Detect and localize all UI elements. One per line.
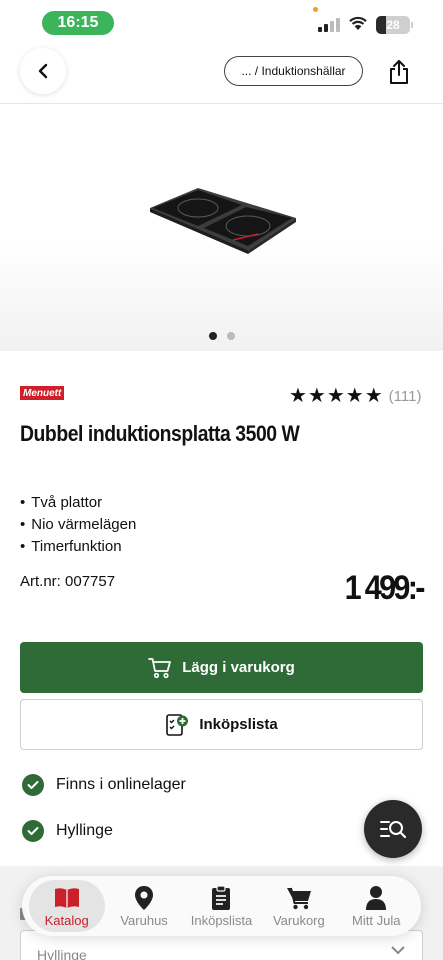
nav-label: Varuhus <box>120 912 168 928</box>
product-price: 1 499:- <box>344 569 426 607</box>
nav-item-mitt-jula[interactable]: Mitt Jula <box>338 880 414 932</box>
nav-item-katalog[interactable]: Katalog <box>28 880 105 932</box>
stock-online: Finns i onlinelager <box>22 774 186 796</box>
stock-online-label: Finns i onlinelager <box>56 776 186 793</box>
battery-icon: 28 <box>376 16 410 34</box>
nav-label: Katalog <box>44 912 89 928</box>
chevron-left-icon <box>38 63 48 79</box>
product-image-carousel[interactable] <box>0 105 443 351</box>
carousel-dot[interactable] <box>208 332 217 340</box>
rating-stars: ★★★★★ <box>289 385 384 407</box>
store-select-value: Hyllinge <box>37 947 87 960</box>
nav-label: Mitt Jula <box>352 912 401 928</box>
cart-icon <box>286 887 311 909</box>
add-to-cart-label: Lägg i varukorg <box>182 659 295 676</box>
breadcrumb[interactable]: ... / Induktionshällar <box>224 56 363 86</box>
feature-item: Två plattor <box>20 492 136 514</box>
back-button[interactable] <box>20 48 66 94</box>
battery-level: 28 <box>386 18 400 32</box>
nav-item-varukorg[interactable]: Varukorg <box>261 880 337 932</box>
search-list-icon <box>380 821 407 839</box>
shopping-list-label: Inköpslista <box>199 716 278 733</box>
clipboard-icon <box>212 884 231 910</box>
check-icon <box>22 774 44 796</box>
stock-store[interactable]: Hyllinge <box>22 820 113 842</box>
location-pin-icon <box>135 885 154 910</box>
add-to-cart-button[interactable]: Lägg i varukorg <box>20 642 423 693</box>
share-icon <box>390 60 408 84</box>
product-rating[interactable]: ★★★★★ (111) <box>289 386 421 406</box>
search-catalog-fab[interactable] <box>364 800 422 858</box>
status-bar: 16:15 28 <box>0 0 443 46</box>
nav-label: Varukorg <box>272 912 325 928</box>
wifi-icon <box>349 16 367 30</box>
cart-icon <box>148 657 172 678</box>
nav-item-inkopslista[interactable]: Inköpslista <box>183 880 259 932</box>
feature-item: Nio värmelägen <box>20 514 136 536</box>
status-time: 16:15 <box>42 11 114 35</box>
share-button[interactable] <box>377 50 421 94</box>
stock-store-label: Hyllinge <box>56 822 113 839</box>
nav-label: Inköpslista <box>190 912 253 928</box>
article-number: Art.nr: 007757 <box>20 573 116 590</box>
feature-item: Timerfunktion <box>20 536 136 558</box>
add-to-shopping-list-button[interactable]: Inköpslista <box>20 699 423 750</box>
person-icon <box>366 885 387 910</box>
feature-list: Två plattor Nio värmelägen Timerfunktion <box>20 492 136 558</box>
nav-item-varuhus[interactable]: Varuhus <box>106 880 182 932</box>
signal-icon <box>318 18 340 32</box>
chevron-down-icon <box>391 946 405 955</box>
privacy-indicator <box>313 7 318 12</box>
bottom-nav: Katalog Varuhus Inköpslista Varukorg Mit… <box>22 876 421 936</box>
battery-cap <box>411 22 413 28</box>
carousel-indicator <box>0 332 443 340</box>
product-title: Dubbel induktionsplatta 3500 W <box>20 421 300 446</box>
rating-count: (111) <box>388 387 422 405</box>
check-icon <box>22 820 44 842</box>
carousel-dot[interactable] <box>226 332 235 340</box>
brand-logo: Menuett <box>20 386 65 400</box>
shopping-list-add-icon <box>166 713 189 736</box>
product-image <box>150 188 296 254</box>
top-header: ... / Induktionshällar <box>0 46 443 104</box>
book-icon <box>54 887 79 908</box>
